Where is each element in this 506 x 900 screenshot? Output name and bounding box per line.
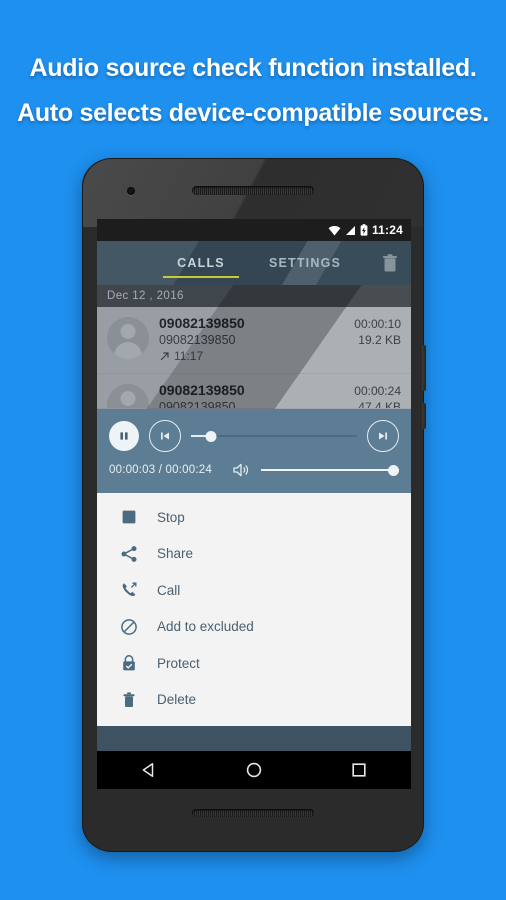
signal-icon xyxy=(345,225,355,235)
next-button[interactable] xyxy=(367,420,399,452)
power-button[interactable] xyxy=(422,345,426,391)
context-menu: Stop Share Call Add to excluded Protect … xyxy=(97,493,411,726)
phone-call-icon xyxy=(119,580,139,600)
front-camera-icon xyxy=(127,187,135,195)
volume-slider[interactable] xyxy=(261,460,399,480)
call-row-duration: 00:00:24 xyxy=(354,384,401,398)
volume-track xyxy=(261,469,399,471)
phone-screen: 11:24 CALLS SETTINGS Dec 12 , 2016 09082… xyxy=(97,219,411,789)
menu-item-label: Add to excluded xyxy=(157,619,254,635)
status-bar: 11:24 xyxy=(97,219,411,241)
seek-slider[interactable] xyxy=(191,421,357,451)
nav-home-button[interactable] xyxy=(241,757,267,783)
promo-headline: Audio source check function installed. A… xyxy=(0,46,506,136)
volume-button[interactable] xyxy=(422,403,426,429)
promo-headline-line1: Audio source check function installed. xyxy=(29,54,477,82)
home-circle-icon xyxy=(246,762,262,778)
call-row-number: 09082139850 xyxy=(159,400,236,409)
outgoing-call-arrow-icon xyxy=(160,351,169,360)
call-list: Dec 12 , 2016 09082139850 09082139850 11… xyxy=(97,285,411,409)
menu-item-label: Protect xyxy=(157,655,200,671)
player-status-row: 00:00:03 / 00:00:24 xyxy=(109,459,399,481)
nav-back-button[interactable] xyxy=(136,757,162,783)
skip-previous-icon xyxy=(161,432,169,440)
tab-calls[interactable]: CALLS xyxy=(149,241,253,285)
volume-knob[interactable] xyxy=(388,464,399,476)
avatar xyxy=(107,384,149,408)
menu-item-label: Call xyxy=(157,582,181,598)
tab-settings-label: SETTINGS xyxy=(268,256,342,270)
call-row-size: 47.4 KB xyxy=(358,400,401,409)
share-icon xyxy=(119,544,139,564)
call-row-main: 09082139850 09082139850 xyxy=(149,382,354,409)
call-row-number: 09082139850 xyxy=(159,333,236,347)
call-row-main: 09082139850 09082139850 11:17 xyxy=(149,315,354,364)
wifi-icon xyxy=(328,225,341,235)
lock-check-icon xyxy=(119,653,139,673)
nav-recents-button[interactable] xyxy=(346,757,372,783)
menu-item-label: Share xyxy=(157,546,194,562)
pause-icon xyxy=(120,432,128,440)
table-row[interactable]: 09082139850 09082139850 00:00:24 47.4 KB xyxy=(97,374,411,409)
menu-item-call[interactable]: Call xyxy=(97,572,411,609)
player-time-display: 00:00:03 / 00:00:24 xyxy=(109,464,212,476)
tab-bar: CALLS SETTINGS xyxy=(97,241,411,285)
promo-headline-line2: Auto selects device-compatible sources. xyxy=(17,99,489,127)
call-row-duration: 00:00:10 xyxy=(354,317,401,331)
seek-knob[interactable] xyxy=(205,430,217,442)
delete-action-button[interactable] xyxy=(379,252,401,274)
status-bar-clock: 11:24 xyxy=(371,223,403,237)
phone-top-bezel xyxy=(83,159,423,227)
player-transport-row xyxy=(109,419,399,453)
bottom-speaker xyxy=(192,809,314,817)
call-row-meta: 00:00:10 19.2 KB xyxy=(354,315,401,348)
menu-item-label: Stop xyxy=(157,509,185,525)
stop-square-icon xyxy=(119,507,139,527)
call-row-time: 11:17 xyxy=(174,349,204,363)
menu-item-delete[interactable]: Delete xyxy=(97,682,411,719)
call-row-name: 09082139850 xyxy=(159,315,245,331)
call-row-meta: 00:00:24 47.4 KB xyxy=(354,382,401,409)
recents-square-icon xyxy=(352,763,366,777)
menu-item-label: Delete xyxy=(157,692,197,708)
table-row[interactable]: 09082139850 09082139850 11:17 00:00:10 1… xyxy=(97,307,411,374)
menu-item-add-to-excluded[interactable]: Add to excluded xyxy=(97,609,411,646)
block-icon xyxy=(119,617,139,637)
trash-icon xyxy=(383,254,397,272)
call-list-date-header: Dec 12 , 2016 xyxy=(97,285,411,307)
tab-settings[interactable]: SETTINGS xyxy=(253,241,357,285)
phone-mockup: 11:24 CALLS SETTINGS Dec 12 , 2016 09082… xyxy=(82,158,426,852)
earpiece-speaker xyxy=(192,186,314,195)
volume-icon xyxy=(233,463,249,477)
menu-item-share[interactable]: Share xyxy=(97,536,411,573)
skip-next-icon xyxy=(379,432,387,440)
battery-charging-icon xyxy=(360,224,368,236)
volume-button[interactable] xyxy=(231,460,251,480)
audio-player: 00:00:03 / 00:00:24 xyxy=(97,409,411,493)
back-triangle-icon xyxy=(142,763,154,777)
trash-icon xyxy=(119,690,139,710)
android-nav-bar xyxy=(97,751,411,789)
pause-button[interactable] xyxy=(109,421,139,451)
call-row-size: 19.2 KB xyxy=(358,333,401,347)
menu-item-protect[interactable]: Protect xyxy=(97,645,411,682)
previous-button[interactable] xyxy=(149,420,181,452)
call-row-time-wrap: 11:17 xyxy=(159,348,354,364)
avatar xyxy=(107,317,149,359)
call-row-name: 09082139850 xyxy=(159,382,245,398)
menu-item-stop[interactable]: Stop xyxy=(97,499,411,536)
tab-calls-label: CALLS xyxy=(177,256,225,270)
